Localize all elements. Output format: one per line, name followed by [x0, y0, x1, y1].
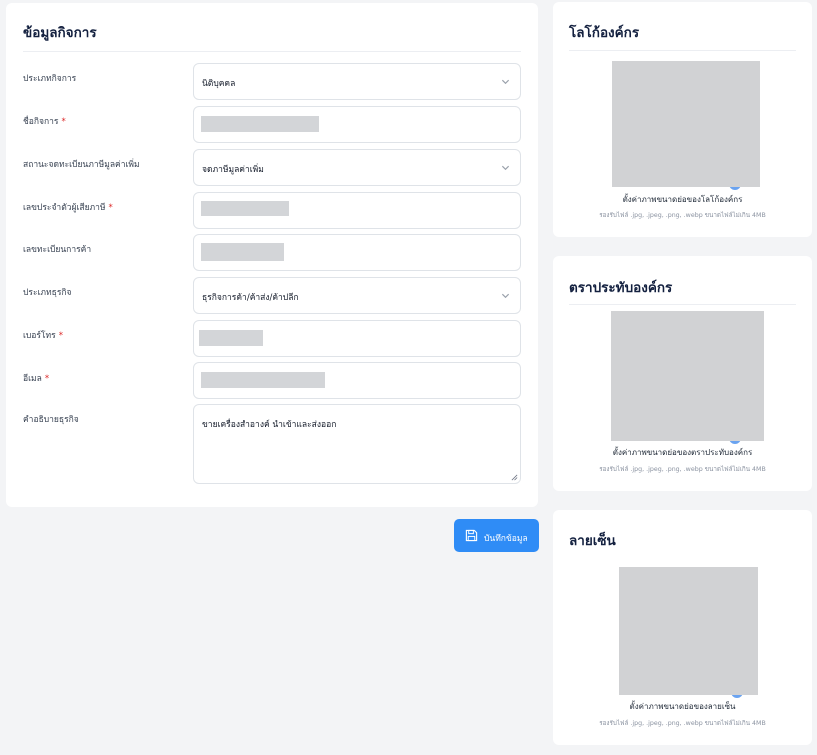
redacted-value: [201, 243, 284, 261]
floppy-disk-icon: [465, 529, 478, 542]
card-title: ข้อมูลกิจการ: [23, 25, 97, 41]
redacted-value: [201, 116, 319, 132]
business-category-label: ประเภทธุรกิจ: [23, 288, 72, 298]
phone-label: เบอร์โทร *: [23, 331, 63, 341]
phone-input[interactable]: [193, 320, 521, 357]
commercial-registration-label: เลขทะเบียนการค้า: [23, 245, 92, 255]
signature-file-hint: รองรับไฟล์ .jpg, .jpeg, .png, .webp ขนาด…: [599, 720, 766, 727]
business-category-value: ธุรกิจการค้า/ค้าส่ง/ค้าปลีก: [202, 293, 299, 303]
save-button[interactable]: บันทึกข้อมูล: [454, 519, 539, 552]
commercial-registration-input[interactable]: [193, 234, 521, 271]
email-label: อีเมล *: [23, 374, 50, 384]
chevron-down-icon: [501, 79, 510, 85]
logo-card: โลโก้องค์กร ตั้งค่าภาพขนาดย่อของโลโก้องค…: [553, 2, 812, 237]
vat-status-label: สถานะจดทะเบียนภาษีมูลค่าเพิ่ม: [23, 160, 140, 170]
card-title: ลายเซ็น: [569, 533, 616, 549]
redacted-value: [201, 201, 289, 216]
stamp-caption: ตั้งค่าภาพขนาดย่อของตราประทับองค์กร: [612, 448, 753, 457]
business-type-value: นิติบุคคล: [202, 79, 236, 89]
chevron-down-icon: [501, 165, 510, 171]
signature-card: ลายเซ็น ตั้งค่าภาพขนาดย่อของลายเซ็น รองร…: [553, 510, 812, 745]
logo-file-hint: รองรับไฟล์ .jpg, .jpeg, .png, .webp ขนาด…: [599, 212, 766, 219]
tax-id-label: เลขประจำตัวผู้เสียภาษี *: [23, 203, 113, 213]
business-description-value: ขายเครื่องสำอางค์ นำเข้าและส่งออก: [202, 420, 337, 430]
business-info-card: ข้อมูลกิจการ ประเภทกิจการ นิติบุคคล ชื่อ…: [6, 3, 538, 507]
stamp-file-hint: รองรับไฟล์ .jpg, .jpeg, .png, .webp ขนาด…: [599, 466, 766, 473]
business-type-label: ประเภทกิจการ: [23, 74, 77, 84]
signature-caption: ตั้งค่าภาพขนาดย่อของลายเซ็น: [629, 702, 736, 711]
business-name-input[interactable]: [193, 106, 521, 143]
card-title: โลโก้องค์กร: [569, 25, 640, 41]
tax-id-input[interactable]: [193, 192, 521, 229]
card-title: ตราประทับองค์กร: [569, 280, 673, 296]
stamp-card: ตราประทับองค์กร ตั้งค่าภาพขนาดย่อของตราป…: [553, 256, 812, 491]
redacted-value: [201, 372, 325, 388]
redacted-value: [199, 330, 263, 346]
business-description-textarea[interactable]: ขายเครื่องสำอางค์ นำเข้าและส่งออก: [193, 404, 521, 484]
email-input[interactable]: [193, 362, 521, 399]
business-type-select[interactable]: นิติบุคคล: [193, 63, 521, 100]
save-button-label: บันทึกข้อมูล: [484, 534, 528, 544]
logo-image-upload[interactable]: [612, 61, 760, 187]
divider: [569, 50, 796, 51]
divider: [23, 51, 521, 52]
logo-caption: ตั้งค่าภาพขนาดย่อของโลโก้องค์กร: [622, 195, 743, 204]
stamp-image-upload[interactable]: [611, 311, 764, 441]
divider: [569, 304, 796, 305]
business-description-label: คำอธิบายธุรกิจ: [23, 415, 79, 425]
signature-image-upload[interactable]: [619, 567, 758, 695]
vat-status-select[interactable]: จดภาษีมูลค่าเพิ่ม: [193, 149, 521, 186]
resize-handle-icon[interactable]: [511, 474, 518, 481]
chevron-down-icon: [501, 293, 510, 299]
vat-status-value: จดภาษีมูลค่าเพิ่ม: [202, 165, 264, 175]
business-category-select[interactable]: ธุรกิจการค้า/ค้าส่ง/ค้าปลีก: [193, 277, 521, 314]
business-name-label: ชื่อกิจการ *: [23, 117, 66, 127]
